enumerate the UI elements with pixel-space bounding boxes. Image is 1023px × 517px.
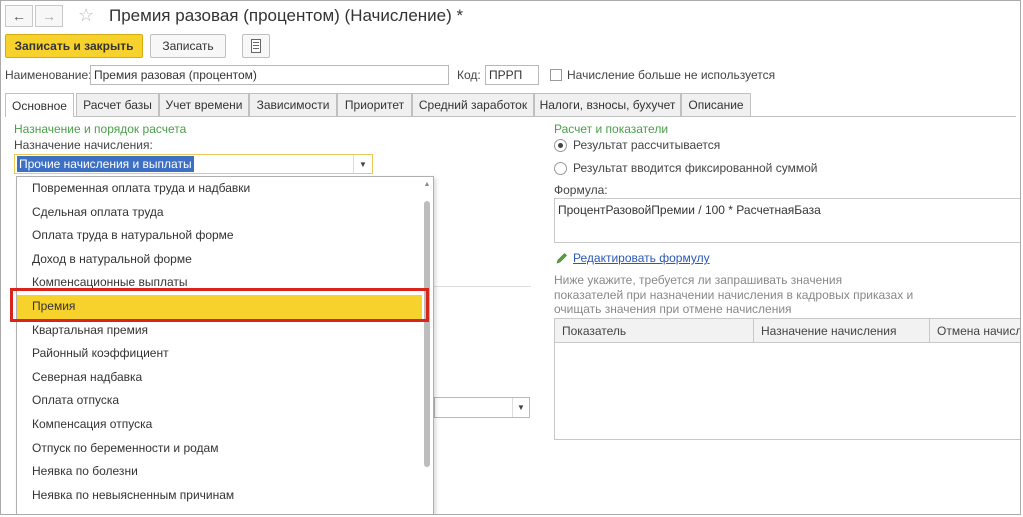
dropdown-item[interactable]: Квартальная премия — [17, 319, 422, 343]
chevron-down-icon[interactable]: ▼ — [353, 155, 372, 173]
dropdown-item[interactable]: Неявка по невыясненным причинам — [17, 484, 422, 508]
dropdown-item[interactable]: Сдельная оплата труда — [17, 201, 422, 225]
window-title: Премия разовая (процентом) (Начисление) … — [109, 6, 464, 25]
right-section-title: Расчет и показатели — [554, 122, 669, 136]
scrollbar-thumb[interactable] — [424, 201, 430, 467]
radio-fixed-label: Результат вводится фиксированной суммой — [573, 161, 818, 175]
name-label: Наименование: — [5, 68, 92, 82]
name-input[interactable]: Премия разовая (процентом) — [90, 65, 449, 85]
tab-time[interactable]: Учет времени — [159, 93, 249, 116]
highlight-box — [10, 288, 429, 322]
radio-calculated-label: Результат рассчитывается — [573, 138, 721, 152]
document-menu-button[interactable] — [242, 34, 270, 58]
table-header-assign[interactable]: Назначение начисления — [754, 319, 930, 343]
save-button[interactable]: Записать — [150, 34, 226, 58]
radio-calculated[interactable] — [554, 139, 567, 152]
dropdown-item[interactable]: Отпуск по беременности и родам — [17, 437, 422, 461]
form-window: ← → ☆ Премия разовая (процентом) (Начисл… — [0, 0, 1021, 515]
title-bar: ← → ☆ Премия разовая (процентом) (Начисл… — [5, 5, 1016, 29]
tab-priority[interactable]: Приоритет — [337, 93, 412, 116]
formula-label: Формула: — [554, 183, 608, 197]
edit-formula-link[interactable]: Редактировать формулу — [573, 251, 710, 265]
dropdown-item[interactable]: Оплата труда в натуральной форме — [17, 224, 422, 248]
tab-base-calc[interactable]: Расчет базы — [76, 93, 159, 116]
divider — [431, 286, 531, 287]
scroll-up-icon[interactable]: ▲ — [423, 181, 431, 191]
left-section-title: Назначение и порядок расчета — [14, 122, 187, 136]
table-header-indicator[interactable]: Показатель — [555, 319, 754, 343]
secondary-combo[interactable]: ▼ — [434, 397, 530, 418]
save-and-close-button[interactable]: Записать и закрыть — [5, 34, 143, 58]
unused-label: Начисление больше не используется — [567, 68, 776, 82]
tab-taxes[interactable]: Налоги, взносы, бухучет — [534, 93, 681, 116]
indicators-note: Ниже укажите, требуется ли запрашивать з… — [554, 273, 914, 316]
arrow-left-icon: ← — [12, 8, 26, 24]
radio-fixed[interactable] — [554, 162, 567, 175]
chevron-down-icon[interactable]: ▼ — [512, 398, 529, 417]
tab-main[interactable]: Основное — [5, 93, 74, 117]
purpose-select[interactable]: Прочие начисления и выплаты ▼ — [14, 154, 373, 174]
document-list-icon — [251, 39, 261, 53]
name-row: Наименование: Премия разовая (процентом)… — [5, 65, 1016, 87]
dropdown-item[interactable]: Повременная оплата труда и надбавки — [17, 177, 422, 201]
purpose-dropdown-list: ▲ Повременная оплата труда и надбавки Сде… — [16, 176, 434, 514]
code-input[interactable]: ПРРП — [485, 65, 539, 85]
pencil-icon — [556, 253, 567, 264]
tab-description[interactable]: Описание — [681, 93, 751, 116]
dropdown-item[interactable]: Неявка по болезни — [17, 460, 422, 484]
purpose-label: Назначение начисления: — [14, 138, 153, 152]
dropdown-item[interactable]: Оплата отпуска — [17, 389, 422, 413]
unused-checkbox[interactable] — [550, 69, 562, 81]
indicators-table: Показатель Назначение начисления Отмена … — [554, 318, 1020, 440]
tab-dependencies[interactable]: Зависимости — [249, 93, 337, 116]
tab-average-earnings[interactable]: Средний заработок — [412, 93, 534, 116]
formula-field[interactable]: ПроцентРазовойПремии / 100 * РасчетнаяБа… — [554, 198, 1020, 243]
dropdown-item[interactable]: Районный коэффициент — [17, 342, 422, 366]
dropdown-item[interactable]: Компенсация отпуска — [17, 413, 422, 437]
dropdown-scrollbar[interactable]: ▲ — [423, 181, 431, 514]
arrow-right-icon: → — [42, 8, 56, 24]
favorite-star-icon[interactable]: ☆ — [78, 5, 94, 26]
dropdown-item[interactable]: Северная надбавка — [17, 366, 422, 390]
dropdown-item[interactable]: Доход в натуральной форме — [17, 248, 422, 272]
tab-bar: Основное Расчет базы Учет времени Зависи… — [5, 93, 1016, 117]
back-button[interactable]: ← — [5, 5, 33, 27]
forward-button[interactable]: → — [35, 5, 63, 27]
code-label: Код: — [457, 68, 481, 82]
purpose-select-value: Прочие начисления и выплаты — [17, 156, 194, 172]
table-header-cancel[interactable]: Отмена начисле — [930, 319, 1020, 343]
